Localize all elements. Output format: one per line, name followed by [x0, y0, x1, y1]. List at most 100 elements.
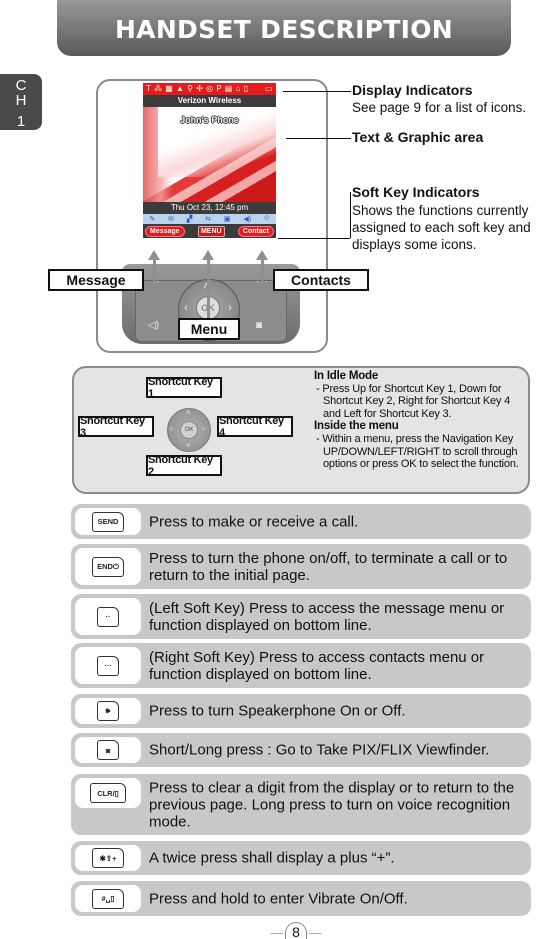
- soft-key-leader-vertical: [350, 192, 351, 238]
- shortcut-key-1-label: Shortcut Key 1: [146, 376, 222, 400]
- mini-right-arrow-icon: ›: [202, 424, 205, 433]
- speaker-key-desc: Press to turn Speakerphone On or Off.: [149, 702, 406, 720]
- contacts-icon: ▞: [186, 216, 193, 223]
- page-number-decoration-right: [309, 933, 321, 934]
- message-arrow-head-icon: [148, 250, 160, 260]
- softkey-row: Message MENU Contact: [143, 224, 276, 238]
- status-bar: T ⁂ ▦ ▲ ⚲ ✣ ◎ P ▤ ⌂ ▯ ▭: [143, 83, 276, 95]
- inside-menu-text: - Within a menu, press the Navigation Ke…: [316, 432, 519, 471]
- nav-right-arrow-icon: ›: [228, 300, 232, 314]
- softkey-message: Message: [145, 225, 185, 237]
- star-key-desc: A twice press shall display a plus “+”.: [149, 849, 395, 867]
- message-arrow: [153, 258, 156, 284]
- clear-key-desc: Press to clear a digit from the display …: [149, 779, 515, 830]
- camera-key-badge: ◙: [75, 737, 141, 763]
- key-row-end: END⏻ Press to turn the phone on/off, to …: [71, 544, 531, 589]
- contacts-label: Contacts: [273, 269, 369, 291]
- key-row-left-soft: ·· (Left Soft Key) Press to access the m…: [71, 594, 531, 639]
- phone-screen: T ⁂ ▦ ▲ ⚲ ✣ ◎ P ▤ ⌂ ▯ ▭ Verizon Wireless…: [143, 83, 276, 250]
- right-soft-key-badge: ···: [75, 647, 141, 684]
- right-soft-key-desc: (Right Soft Key) Press to access contact…: [149, 648, 485, 683]
- clear-key-icon: CLR/▯: [90, 783, 126, 803]
- send-key-badge: SEND: [75, 508, 141, 535]
- left-soft-key-badge: ··: [75, 598, 141, 635]
- key-row-right-soft: ··· (Right Soft Key) Press to access con…: [71, 643, 531, 688]
- nav-left-arrow-icon: ‹: [184, 300, 188, 314]
- shortcut-key-4-label: Shortcut Key 4: [217, 415, 293, 439]
- camera-key-icon: ◙: [97, 740, 119, 760]
- date-time: Thu Oct 23, 12:45 pm: [143, 202, 276, 214]
- carrier-name: Verizon Wireless: [143, 95, 276, 107]
- text-graphic-leader: [286, 138, 351, 139]
- speaker-key-icon: ◁): [148, 320, 160, 331]
- header-banner: HANDSET DESCRIPTION: [57, 0, 511, 56]
- wallpaper-graphic: John's Phone: [143, 107, 276, 202]
- pound-key-icon: #␣▯: [92, 888, 124, 909]
- page-title: HANDSET DESCRIPTION: [114, 15, 454, 44]
- star-key-icon: ✱⇧+: [92, 848, 124, 868]
- softkey-contact: Contact: [237, 225, 274, 237]
- end-key-desc: Press to turn the phone on/off, to termi…: [149, 549, 508, 584]
- settings-icon: ⟐: [263, 215, 270, 222]
- key-row-star: ✱⇧+ A twice press shall display a plus “…: [71, 841, 531, 875]
- tray-icons: ✎ ✉ ▞ ⇆ ▣ ◀) ⟐: [143, 214, 276, 224]
- chapter-number: 1: [16, 113, 26, 130]
- clear-key-badge: CLR/▯: [75, 778, 141, 808]
- sync-icon: ⇆: [205, 216, 212, 223]
- camera-key-desc: Short/Long press : Go to Take PIX/FLIX V…: [149, 741, 490, 759]
- key-row-speaker: 🕪 Press to turn Speakerphone On or Off.: [71, 694, 531, 728]
- soft-key-indicators-desc: Shows the functions currently assigned t…: [352, 203, 531, 252]
- key-row-pound: #␣▯ Press and hold to enter Vibrate On/O…: [71, 881, 531, 916]
- mini-left-arrow-icon: ‹: [170, 424, 173, 433]
- page-number: 8: [285, 922, 307, 939]
- send-key-desc: Press to make or receive a call.: [149, 513, 359, 530]
- soft-key-leader: [278, 238, 350, 239]
- speaker-key-icon: 🕪: [97, 701, 119, 721]
- mini-down-arrow-icon: ˅: [186, 441, 191, 450]
- soft-key-indicators-title: Soft Key Indicators: [352, 184, 480, 200]
- camera-key-icon: ◙: [256, 320, 263, 331]
- menu-arrow-head-icon: [202, 250, 214, 260]
- display-indicators-desc: See page 9 for a list of icons.: [352, 100, 527, 115]
- left-soft-key-desc: (Left Soft Key) Press to access the mess…: [149, 599, 505, 634]
- text-graphic-title: Text & Graphic area: [352, 129, 484, 145]
- owner-name: John's Phone: [180, 115, 239, 125]
- send-key-icon: SEND: [92, 511, 124, 532]
- chapter-tab: C H 1: [0, 74, 42, 130]
- menu-arrow: [207, 258, 210, 320]
- star-key-badge: ✱⇧+: [75, 845, 141, 871]
- page-number-decoration-left: [271, 933, 283, 934]
- shortcut-key-2-label: Shortcut Key 2: [146, 454, 222, 478]
- key-row-clear: CLR/▯ Press to clear a digit from the di…: [71, 774, 531, 835]
- mini-up-arrow-icon: ˄: [186, 408, 191, 417]
- contacts-arrow: [261, 258, 264, 284]
- display-indicators-title: Display Indicators: [352, 82, 473, 98]
- pound-key-desc: Press and hold to enter Vibrate On/Off.: [149, 890, 408, 907]
- chapter-letter-h: H: [15, 92, 27, 109]
- contacts-arrow-head-icon: [256, 250, 268, 260]
- battery-icon: ▭: [264, 84, 273, 93]
- end-key-icon: END⏻: [92, 556, 124, 577]
- right-soft-key-icon: ···: [97, 655, 119, 676]
- mini-ok-key: OK: [180, 421, 198, 439]
- shortcut-key-3-label: Shortcut Key 3: [78, 415, 154, 439]
- key-row-camera: ◙ Short/Long press : Go to Take PIX/FLIX…: [71, 733, 531, 767]
- status-icons: T ⁂ ▦ ▲ ⚲ ✣ ◎ P ▤ ⌂ ▯: [146, 84, 249, 93]
- display-indicators-leader: [283, 91, 351, 92]
- end-key-badge: END⏻: [75, 548, 141, 585]
- speaker-key-badge: 🕪: [75, 698, 141, 724]
- menu-label: Menu: [178, 318, 240, 340]
- chapter-letter-c: C: [15, 77, 27, 94]
- volume-icon: ◀): [243, 216, 252, 223]
- message-icon: ✉: [168, 216, 175, 223]
- idle-mode-heading: In Idle Mode: [314, 370, 379, 382]
- edit-icon: ✎: [149, 216, 156, 223]
- inside-menu-heading: Inside the menu: [314, 420, 399, 433]
- idle-mode-text: - Press Up for Shortcut Key 1, Down for …: [316, 382, 511, 420]
- left-soft-key-icon: ··: [97, 606, 119, 627]
- shortcut-instructions: In Idle Mode - Press Up for Shortcut Key…: [314, 370, 526, 471]
- key-row-send: SEND Press to make or receive a call.: [71, 504, 531, 539]
- media-icon: ▣: [223, 216, 231, 223]
- pound-key-badge: #␣▯: [75, 885, 141, 912]
- message-label: Message: [48, 269, 144, 291]
